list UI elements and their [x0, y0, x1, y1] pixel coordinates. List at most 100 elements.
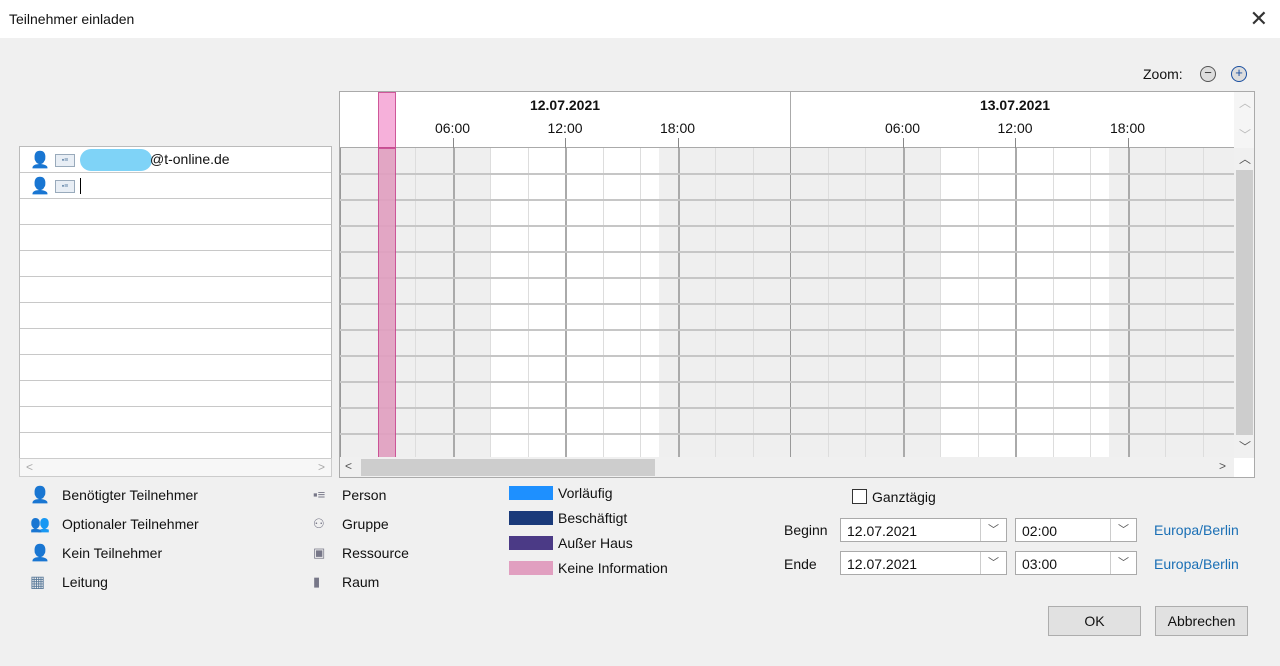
- participant-horizontal-scrollbar[interactable]: < >: [19, 458, 332, 477]
- close-icon[interactable]: ✕: [1250, 6, 1268, 32]
- row-line: [340, 173, 1234, 175]
- person-icon: ▪≡: [313, 487, 326, 502]
- timeline-header: 12.07.2021 06:00 12:00 18:00 13.07.2021 06:00…: [340, 92, 1234, 148]
- participant-row-empty[interactable]: [20, 355, 331, 381]
- resource-icon: ▣: [313, 545, 326, 560]
- hour-tick: [1015, 138, 1016, 148]
- text-cursor: [80, 178, 81, 194]
- row-line: [340, 407, 1234, 409]
- busy-block[interactable]: [377, 148, 397, 458]
- legend-type-label: Person: [342, 487, 387, 503]
- begin-date-select[interactable]: 12.07.2021 ﹀: [840, 518, 1007, 542]
- participant-row[interactable]: 👤 ▪≡ @t-online.de: [20, 147, 331, 173]
- hour-tick: [677, 138, 679, 148]
- row-line: [340, 303, 1234, 305]
- day-label: 12.07.2021: [529, 97, 601, 113]
- required-attendee-icon: 👤: [30, 487, 50, 504]
- begin-time-select[interactable]: 02:00 ﹀: [1015, 518, 1137, 542]
- begin-time-value: 02:00: [1022, 523, 1058, 539]
- legend-type-label: Ressource: [342, 545, 409, 561]
- freebusy-timeline[interactable]: 12.07.2021 06:00 12:00 18:00 13.07.2021 06:00…: [339, 91, 1255, 478]
- legend-type-label: Raum: [342, 574, 380, 590]
- required-attendee-icon: 👤: [30, 152, 50, 169]
- group-icon: ⚇: [313, 516, 325, 531]
- hour-label: 18:00: [1109, 120, 1146, 136]
- no-attendee-icon: 👤: [30, 545, 50, 562]
- hour-label: 06:00: [434, 120, 471, 136]
- row-line: [340, 225, 1234, 227]
- legend-role-label: Optionaler Teilnehmer: [62, 516, 199, 532]
- legend-role-label: Kein Teilnehmer: [62, 545, 163, 561]
- person-card-icon: ▪≡: [55, 154, 75, 167]
- legend-status-label: Außer Haus: [558, 535, 633, 551]
- participant-row-empty[interactable]: [20, 381, 331, 407]
- legend-status-label: Keine Information: [558, 560, 668, 576]
- participant-row-empty[interactable]: [20, 225, 331, 251]
- participant-row-empty[interactable]: [20, 407, 331, 433]
- row-line: [340, 355, 1234, 357]
- end-time-value: 03:00: [1022, 556, 1058, 572]
- participant-row-empty[interactable]: [20, 199, 331, 225]
- timeline-grid[interactable]: [340, 148, 1234, 458]
- participant-row-empty[interactable]: [20, 277, 331, 303]
- legend-type-label: Gruppe: [342, 516, 389, 532]
- legend-role-label: Benötigter Teilnehmer: [62, 487, 198, 503]
- participant-list[interactable]: 👤 ▪≡ @t-online.de 👤 ▪≡: [19, 146, 332, 477]
- row-line: [340, 251, 1234, 253]
- person-card-icon: ▪≡: [55, 180, 75, 193]
- hour-label: 06:00: [884, 120, 921, 136]
- participant-row[interactable]: 👤 ▪≡: [20, 173, 331, 199]
- row-line: [340, 277, 1234, 279]
- end-label: Ende: [784, 556, 817, 572]
- selected-time-block[interactable]: [377, 92, 397, 148]
- row-line: [340, 433, 1234, 435]
- end-date-select[interactable]: 12.07.2021 ﹀: [840, 551, 1007, 575]
- hour-tick: [452, 138, 454, 148]
- legend-status-label: Beschäftigt: [558, 510, 628, 526]
- participant-row-empty[interactable]: [20, 303, 331, 329]
- chevron-down-icon: ﹀: [1110, 519, 1136, 541]
- optional-attendee-icon: 👥: [30, 516, 50, 533]
- hour-tick: [1127, 138, 1129, 148]
- participant-email[interactable]: @t-online.de: [150, 151, 230, 167]
- room-icon: ▮: [313, 574, 321, 589]
- begin-timezone-link[interactable]: Europa/Berlin: [1154, 522, 1239, 538]
- redacted-mark: [80, 149, 152, 171]
- row-line: [340, 329, 1234, 331]
- legend-role-label: Leitung: [62, 574, 108, 590]
- status-swatch: [509, 561, 553, 575]
- day-divider: [790, 92, 791, 148]
- required-attendee-icon: 👤: [30, 178, 50, 195]
- zoom-label: Zoom:: [1143, 66, 1183, 82]
- title-bar: Teilnehmer einladen ✕: [0, 0, 1280, 38]
- status-swatch: [509, 536, 553, 550]
- ok-button[interactable]: OK: [1048, 606, 1141, 636]
- chevron-down-icon: ﹀: [1110, 552, 1136, 574]
- hour-label: 12:00: [547, 120, 583, 136]
- status-swatch: [509, 486, 553, 500]
- header-scrollbar[interactable]: ︿ ﹀: [1234, 92, 1254, 148]
- zoom-out-button[interactable]: −: [1200, 66, 1216, 82]
- end-date-value: 12.07.2021: [847, 556, 918, 572]
- end-timezone-link[interactable]: Europa/Berlin: [1154, 556, 1239, 572]
- day-label: 13.07.2021: [979, 97, 1051, 113]
- end-time-select[interactable]: 03:00 ﹀: [1015, 551, 1137, 575]
- chevron-down-icon: ﹀: [980, 552, 1006, 574]
- zoom-in-button[interactable]: +: [1231, 66, 1247, 82]
- hour-tick: [565, 138, 566, 148]
- participant-row-empty[interactable]: [20, 433, 331, 459]
- allday-checkbox[interactable]: [852, 489, 867, 504]
- cancel-button[interactable]: Abbrechen: [1155, 606, 1248, 636]
- participant-row-empty[interactable]: [20, 329, 331, 355]
- legend-status-label: Vorläufig: [558, 485, 613, 501]
- hour-label: 18:00: [659, 120, 696, 136]
- vertical-scrollbar[interactable]: ︿ ﹀: [1234, 148, 1254, 458]
- row-line: [340, 199, 1234, 201]
- status-swatch: [509, 511, 553, 525]
- window-title: Teilnehmer einladen: [9, 11, 135, 27]
- begin-date-value: 12.07.2021: [847, 523, 918, 539]
- participant-row-empty[interactable]: [20, 251, 331, 277]
- chevron-down-icon: ﹀: [980, 519, 1006, 541]
- horizontal-scrollbar[interactable]: < >: [340, 457, 1234, 477]
- chair-icon: ▦: [30, 574, 46, 591]
